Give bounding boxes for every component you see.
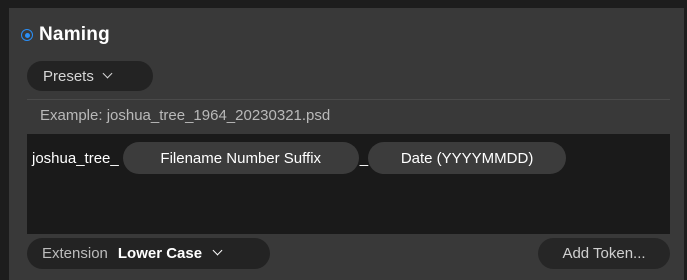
extension-value: Lower Case	[117, 245, 203, 262]
token-filename-number-suffix[interactable]: Filename Number Suffix	[122, 142, 359, 174]
section-title: Naming	[39, 24, 110, 45]
extension-label: Extension	[42, 245, 108, 262]
token-date[interactable]: Date (YYYYMMDD)	[368, 142, 567, 174]
chevron-down-icon	[102, 68, 113, 78]
naming-panel: Naming Presets Example: joshua_tree_1964…	[9, 8, 684, 280]
add-token-button[interactable]: Add Token...	[538, 238, 670, 269]
presets-label: Presets	[43, 67, 94, 85]
naming-radio-button[interactable]	[21, 29, 33, 41]
naming-header: Naming	[21, 24, 110, 46]
token-row: joshua_tree_ Filename Number Suffix _ Da…	[32, 141, 567, 175]
presets-dropdown[interactable]: Presets	[27, 61, 153, 91]
chevron-down-icon	[212, 245, 223, 256]
example-filename: Example: joshua_tree_1964_20230321.psd	[40, 107, 331, 124]
radio-selected-dot	[24, 32, 30, 38]
token-editor[interactable]: joshua_tree_ Filename Number Suffix _ Da…	[27, 134, 670, 234]
divider	[27, 99, 670, 100]
token-separator-text[interactable]: _	[360, 150, 368, 167]
extension-dropdown[interactable]: Extension Lower Case	[27, 238, 270, 269]
token-prefix-text[interactable]: joshua_tree_	[32, 150, 119, 167]
